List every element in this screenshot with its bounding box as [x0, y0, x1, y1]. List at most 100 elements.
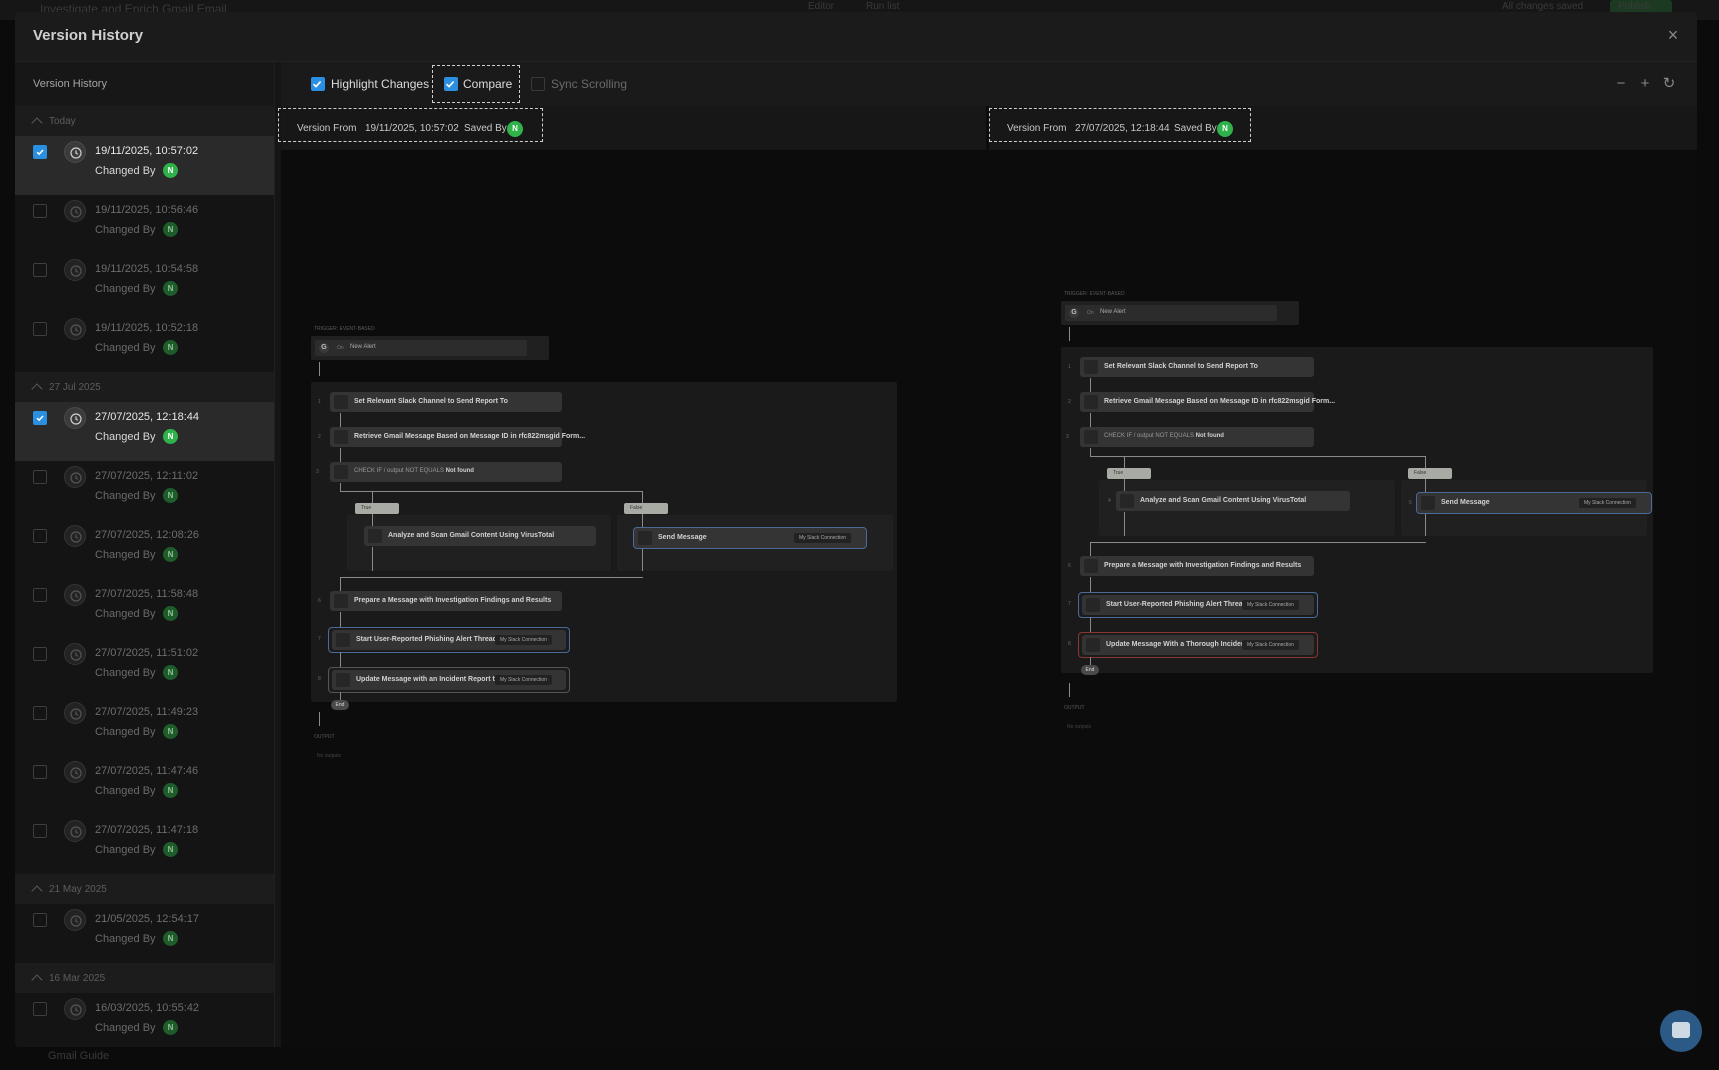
version-timestamp: 27/07/2025, 11:58:48 — [95, 588, 199, 600]
changed-by-label: Changed By — [95, 165, 156, 177]
version-item[interactable]: 19/11/2025, 10:56:46 Changed By N — [15, 195, 274, 254]
connector-line — [1090, 542, 1426, 543]
date-group-header[interactable]: 27 Jul 2025 — [15, 372, 274, 402]
clock-icon — [64, 200, 86, 222]
version-item[interactable]: 21/05/2025, 12:54:17 Changed By N — [15, 904, 274, 963]
version-checkbox[interactable] — [33, 1002, 47, 1016]
version-checkbox[interactable] — [33, 470, 47, 484]
version-item[interactable]: 27/07/2025, 11:47:18 Changed By N — [15, 815, 274, 874]
zoom-out-icon[interactable]: − — [1613, 76, 1629, 92]
slack-icon — [1421, 496, 1435, 510]
sync-scrolling-label[interactable]: Sync Scrolling — [551, 77, 627, 91]
step-number: 2 — [1068, 399, 1071, 405]
version-checkbox[interactable] — [33, 588, 47, 602]
right-step-prepare[interactable]: Prepare a Message with Investigation Fin… — [1080, 556, 1314, 576]
version-checkbox[interactable] — [33, 529, 47, 543]
right-end-pill: End — [1081, 665, 1099, 675]
changed-by-label: Changed By — [95, 785, 156, 797]
version-checkbox[interactable] — [33, 204, 47, 218]
right-step-update[interactable]: Update Message With a Thorough Incident … — [1082, 635, 1314, 655]
left-trigger-node[interactable]: G On New Alert — [311, 336, 549, 360]
version-checkbox[interactable] — [33, 263, 47, 277]
connector-line — [1090, 413, 1091, 427]
date-group-header[interactable]: 16 Mar 2025 — [15, 963, 274, 993]
close-icon[interactable]: × — [1663, 25, 1683, 45]
sync-scrolling-checkbox[interactable] — [531, 77, 545, 91]
version-item[interactable]: 27/07/2025, 12:18:44 Changed By N — [15, 402, 274, 461]
version-item[interactable]: 16/03/2025, 10:55:42 Changed By N — [15, 993, 274, 1047]
version-checkbox[interactable] — [33, 647, 47, 661]
left-false-pill[interactable]: False — [624, 503, 668, 514]
left-step-set-channel[interactable]: Set Relevant Slack Channel to Send Repor… — [330, 392, 562, 412]
step-number: 6 — [1068, 563, 1071, 569]
left-step-analyze[interactable]: Analyze and Scan Gmail Content Using Vir… — [364, 526, 596, 546]
highlight-changes-checkbox[interactable] — [311, 77, 325, 91]
left-step-start-thread[interactable]: Start User-Reported Phishing Alert Threa… — [332, 630, 566, 650]
compare-checkbox[interactable] — [444, 77, 458, 91]
version-checkbox[interactable] — [33, 145, 47, 159]
version-checkbox[interactable] — [33, 706, 47, 720]
right-step-check[interactable]: CHECK IF / output NOT EQUALS Not found — [1080, 427, 1314, 447]
chat-support-button[interactable] — [1660, 1010, 1702, 1052]
connector-line — [340, 448, 341, 462]
left-step-retrieve[interactable]: Retrieve Gmail Message Based on Message … — [330, 427, 585, 447]
right-step-set-channel[interactable]: Set Relevant Slack Channel to Send Repor… — [1080, 357, 1314, 377]
left-step-check[interactable]: CHECK IF / output NOT EQUALS Not found — [330, 462, 562, 482]
version-item[interactable]: 19/11/2025, 10:57:02 Changed By N — [15, 136, 274, 195]
changed-by-label: Changed By — [95, 726, 156, 738]
highlight-changes-label[interactable]: Highlight Changes — [331, 77, 429, 91]
left-trigger-label: TRIGGER: EVENT-BASED — [314, 326, 375, 332]
reset-view-icon[interactable]: ↻ — [1661, 76, 1677, 92]
version-checkbox[interactable] — [33, 322, 47, 336]
version-item[interactable]: 19/11/2025, 10:54:58 Changed By N — [15, 254, 274, 313]
changed-by-label: Changed By — [95, 342, 156, 354]
step-number: 1 — [1068, 364, 1071, 370]
left-version-from-label: Version From — [297, 123, 357, 134]
left-step-update[interactable]: Update Message with an Incident Report t… — [332, 670, 566, 690]
right-false-pill[interactable]: False — [1408, 468, 1452, 479]
version-checkbox[interactable] — [33, 913, 47, 927]
left-step-prepare[interactable]: Prepare a Message with Investigation Fin… — [330, 591, 562, 611]
step-number: 4 — [1108, 498, 1111, 504]
version-checkbox[interactable] — [33, 765, 47, 779]
clock-icon — [64, 259, 86, 281]
version-list: Today 19/11/2025, 10:57:02 Changed By N 19/1… — [15, 106, 274, 1047]
version-checkbox[interactable] — [33, 824, 47, 838]
version-timestamp: 16/03/2025, 10:55:42 — [95, 1002, 199, 1014]
version-checkbox[interactable] — [33, 411, 47, 425]
version-timestamp: 19/11/2025, 10:57:02 — [95, 145, 199, 157]
connector-line — [1090, 542, 1091, 556]
zoom-in-icon[interactable]: + — [1637, 76, 1653, 92]
version-item[interactable]: 19/11/2025, 10:52:18 Changed By N — [15, 313, 274, 372]
step-number: 1 — [318, 399, 321, 405]
python-icon — [334, 594, 348, 608]
changed-by-label: Changed By — [95, 549, 156, 561]
right-true-pill[interactable]: True — [1107, 468, 1151, 479]
compare-label[interactable]: Compare — [463, 77, 512, 91]
version-item[interactable]: 27/07/2025, 12:08:26 Changed By N — [15, 520, 274, 579]
right-step-retrieve[interactable]: Retrieve Gmail Message Based on Message … — [1080, 392, 1335, 412]
version-item[interactable]: 27/07/2025, 12:11:02 Changed By N — [15, 461, 274, 520]
version-item[interactable]: 27/07/2025, 11:49:23 Changed By N — [15, 697, 274, 756]
connector-line — [1090, 456, 1425, 457]
right-step-start-thread-title: Start User-Reported Phishing Alert Threa… — [1106, 601, 1247, 608]
left-step-start-thread-title: Start User-Reported Phishing Alert Threa… — [356, 636, 497, 643]
left-step-send[interactable]: Send Message My Slack Connection — [633, 527, 867, 549]
right-step-start-thread[interactable]: Start User-Reported Phishing Alert Threa… — [1082, 595, 1314, 615]
right-step-analyze[interactable]: Analyze and Scan Gmail Content Using Vir… — [1116, 491, 1350, 511]
clock-icon — [64, 643, 86, 665]
clock-icon — [64, 466, 86, 488]
avatar: N — [163, 783, 178, 798]
version-item[interactable]: 27/07/2025, 11:51:02 Changed By N — [15, 638, 274, 697]
version-timestamp: 27/07/2025, 12:11:02 — [95, 470, 199, 482]
version-timestamp: 27/07/2025, 11:47:18 — [95, 824, 199, 836]
chevron-up-icon — [31, 884, 43, 897]
version-item[interactable]: 27/07/2025, 11:58:48 Changed By N — [15, 579, 274, 638]
right-trigger-node[interactable]: G On New Alert — [1061, 301, 1299, 325]
date-group-label: Today — [49, 115, 76, 127]
date-group-header[interactable]: 21 May 2025 — [15, 874, 274, 904]
left-true-pill[interactable]: True — [355, 503, 399, 514]
right-step-send[interactable]: Send Message My Slack Connection — [1416, 492, 1652, 514]
version-item[interactable]: 27/07/2025, 11:47:46 Changed By N — [15, 756, 274, 815]
date-group-header[interactable]: Today — [15, 106, 274, 136]
